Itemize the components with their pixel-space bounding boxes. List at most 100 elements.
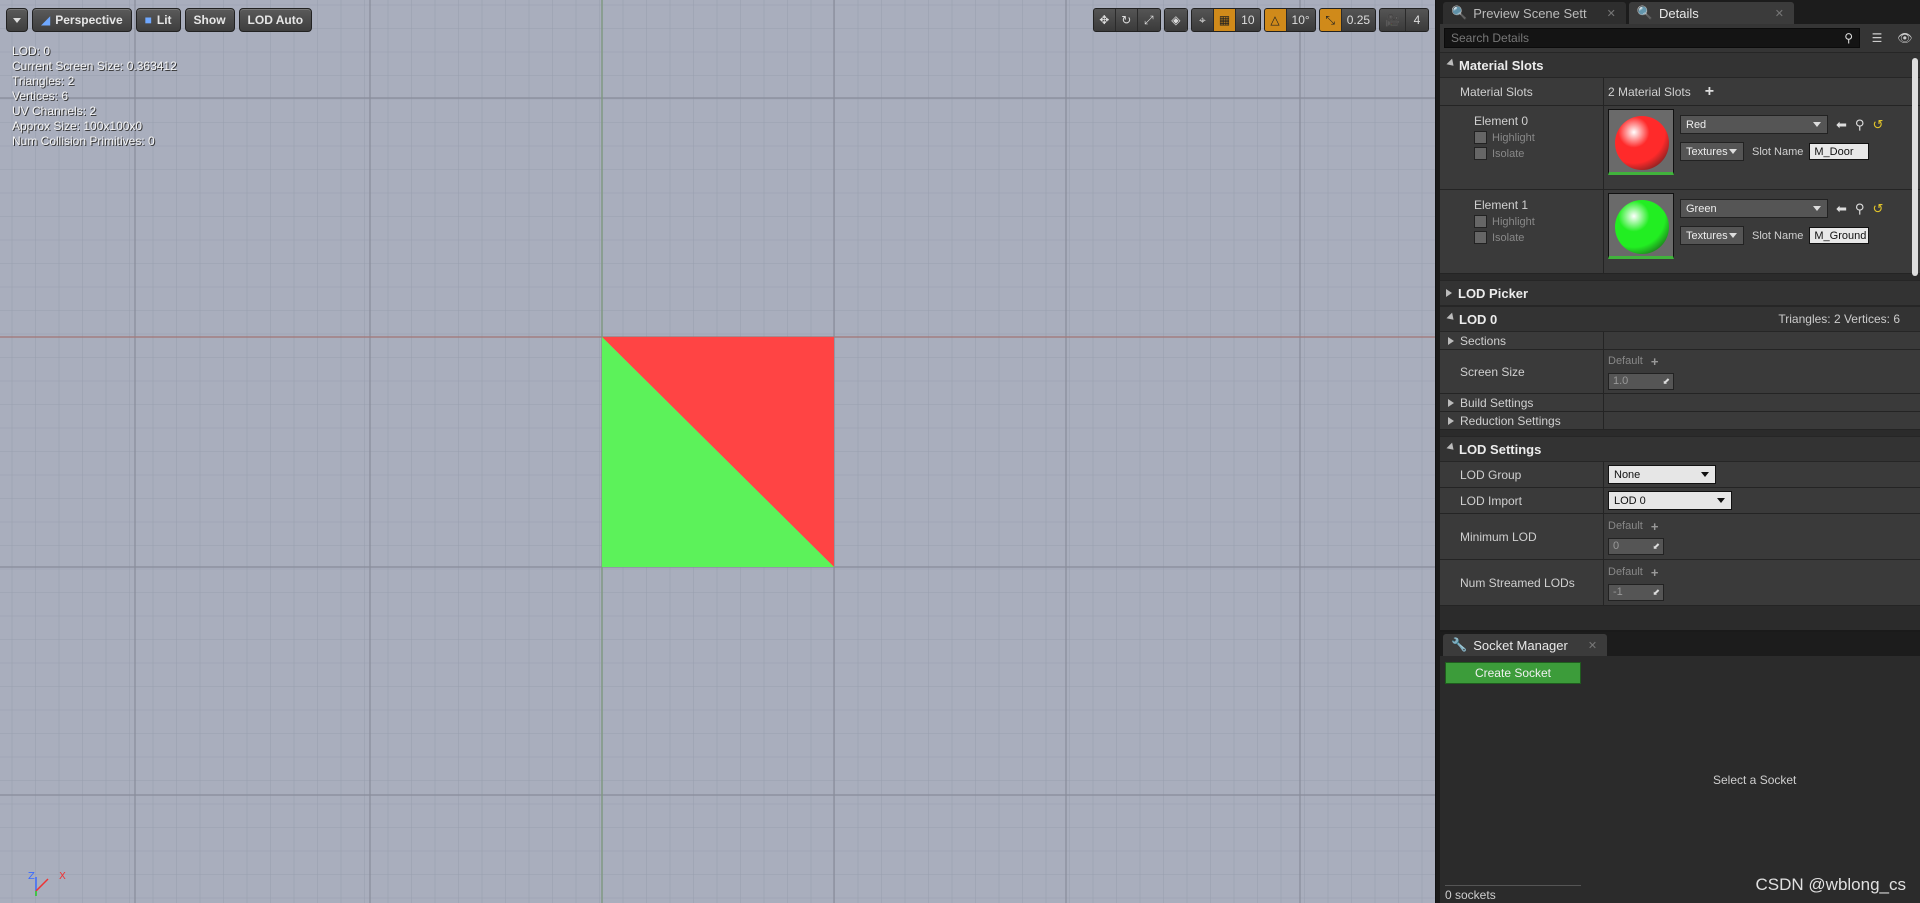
highlight-checkbox[interactable] [1474,131,1487,144]
lod-mode-button[interactable]: LOD Auto [238,8,313,32]
highlight-label: Highlight [1492,131,1535,144]
sections-row[interactable]: Sections [1440,332,1920,350]
lighting-mode-button[interactable]: ■ Lit [135,8,181,32]
world-space-icon[interactable]: ◈ [1164,9,1187,31]
tab-details[interactable]: 🔍 Details ✕ [1628,2,1795,24]
add-platform-override-icon[interactable]: + [1651,519,1659,534]
stat-line: Num Collision Primitives: 0 [12,134,155,148]
isolate-checkbox[interactable] [1474,231,1487,244]
lit-cube-icon: ■ [144,13,152,27]
grid-snap-value[interactable]: 10 [1236,9,1260,31]
rotation-snap-toggle-icon[interactable]: △ [1264,9,1287,31]
tab-socket-manager[interactable]: 🔧 Socket Manager ✕ [1443,634,1608,656]
stat-line: Triangles: 2 [12,74,75,88]
material-element-0: Element 0 Highlight Isolate Red ⬅ ⚲ ↺ Te… [1440,106,1920,190]
search-details-input[interactable]: Search Details ⚲ [1444,28,1860,48]
screen-size-input[interactable]: 1.0 ⬋ [1608,372,1674,390]
scale-icon[interactable]: ⤢ [1137,9,1160,31]
material-thumbnail-green[interactable] [1608,193,1674,259]
transform-mode-group: ✥ ↻ ⤢ [1092,8,1161,32]
build-settings-row[interactable]: Build Settings [1440,394,1920,412]
rotation-snap-group: △ 10° [1263,8,1316,32]
category-lod0[interactable]: LOD 0 Triangles: 2 Vertices: 6 [1440,306,1920,332]
num-streamed-lods-input[interactable]: -1 ⬋ [1608,583,1664,601]
minimum-lod-input[interactable]: 0 ⬋ [1608,537,1664,555]
slot-name-input[interactable]: M_Ground [1809,227,1870,244]
use-selected-asset-icon[interactable]: ⬅ [1836,117,1847,133]
category-lod-settings[interactable]: LOD Settings [1440,436,1920,462]
stat-line: LOD: 0 [12,44,51,58]
reset-to-default-icon[interactable]: ↺ [1872,117,1883,133]
translate-icon[interactable]: ✥ [1093,9,1116,31]
add-material-slot-icon[interactable]: + [1705,83,1714,101]
scale-snap-toggle-icon[interactable]: ⤡ [1319,9,1342,31]
camera-speed-group: 🎥 4 [1379,8,1429,32]
lod0-summary: Triangles: 2 Vertices: 6 [1778,312,1900,326]
watermark: CSDN @wblong_cs [1755,875,1906,894]
mesh-preview-viewport[interactable]: ◢ Perspective ■ Lit Show LOD Auto ✥ ↻ ⤢ … [0,0,1436,903]
default-label: Default [1608,355,1643,367]
material-thumbnail-red[interactable] [1608,109,1674,175]
close-icon[interactable]: ✕ [1607,7,1616,20]
expanded-arrow-icon [1446,58,1457,69]
material-sphere-preview [1615,200,1669,254]
highlight-checkbox[interactable] [1474,215,1487,228]
chevron-down-icon [1813,122,1821,127]
lod-group-label: LOD Group [1440,462,1604,487]
collapsed-arrow-icon [1448,416,1454,425]
details-search-row: Search Details ⚲ ☰ 👁 [1440,24,1920,52]
rotate-icon[interactable]: ↻ [1115,9,1138,31]
scale-snap-value[interactable]: 0.25 [1341,9,1376,31]
chevron-down-icon [1717,498,1725,503]
slot-name-input[interactable]: M_Door [1809,143,1870,160]
collapsed-arrow-icon [1448,336,1454,345]
add-platform-override-icon[interactable]: + [1651,565,1659,580]
preview-scene-icon: 🔍 [1451,5,1468,20]
expanded-arrow-icon [1446,442,1457,453]
viewport-options-button[interactable] [6,8,28,32]
socket-wrench-icon: 🔧 [1451,637,1468,652]
browse-asset-icon[interactable]: ⚲ [1855,117,1865,133]
resize-arrow-icon: ⬋ [1652,586,1660,597]
default-label: Default [1608,520,1643,532]
grid-snap-toggle-icon[interactable]: ▦ [1213,9,1237,31]
lod-import-dropdown[interactable]: LOD 0 [1608,491,1732,510]
textures-dropdown[interactable]: Textures [1680,226,1744,245]
surface-snap-icon[interactable]: ⌖ [1191,9,1214,31]
lod-group-dropdown[interactable]: None [1608,465,1716,484]
close-icon[interactable]: ✕ [1588,639,1597,652]
chevron-down-icon [1701,472,1709,477]
material-slots-label: Material Slots [1440,78,1604,105]
lod-import-label: LOD Import [1440,488,1604,513]
show-flags-button[interactable]: Show [184,8,235,32]
view-mode-button[interactable]: ◢ Perspective [32,8,132,32]
use-selected-asset-icon[interactable]: ⬅ [1836,201,1847,217]
material-element-1: Element 1 Highlight Isolate Green ⬅ ⚲ ↺ [1440,190,1920,274]
reset-to-default-icon[interactable]: ↺ [1872,201,1883,217]
isolate-label: Isolate [1492,147,1525,160]
chevron-down-icon [13,17,21,23]
property-matrix-icon[interactable]: ☰ [1866,28,1888,48]
material-picker-dropdown[interactable]: Green [1680,199,1828,218]
category-material-slots[interactable]: Material Slots [1440,52,1920,78]
details-panel: 🔍 Preview Scene Sett ✕ 🔍 Details ✕ Searc… [1440,0,1920,630]
camera-speed-value[interactable]: 4 [1406,9,1428,31]
tab-preview-scene-settings[interactable]: 🔍 Preview Scene Sett ✕ [1443,2,1626,24]
create-socket-button[interactable]: Create Socket [1445,662,1581,684]
add-platform-override-icon[interactable]: + [1651,354,1659,369]
reduction-settings-row[interactable]: Reduction Settings [1440,412,1920,430]
textures-dropdown[interactable]: Textures [1680,142,1744,161]
axis-z-label: Z [28,871,35,882]
resize-arrow-icon: ⬋ [1662,375,1670,386]
material-picker-dropdown[interactable]: Red [1680,115,1828,134]
close-icon[interactable]: ✕ [1775,7,1784,20]
details-scrollbar[interactable] [1912,58,1918,276]
rotation-snap-value[interactable]: 10° [1286,9,1315,31]
category-lod-picker[interactable]: LOD Picker [1440,280,1920,306]
camera-speed-icon[interactable]: 🎥 [1380,9,1406,31]
isolate-checkbox[interactable] [1474,147,1487,160]
viewport-stats-overlay: LOD: 0 Current Screen Size: 0.363412 Trian… [12,44,177,149]
coordinate-space-group: ◈ [1163,8,1188,32]
browse-asset-icon[interactable]: ⚲ [1855,201,1865,217]
eye-visibility-icon[interactable]: 👁 [1894,28,1916,48]
